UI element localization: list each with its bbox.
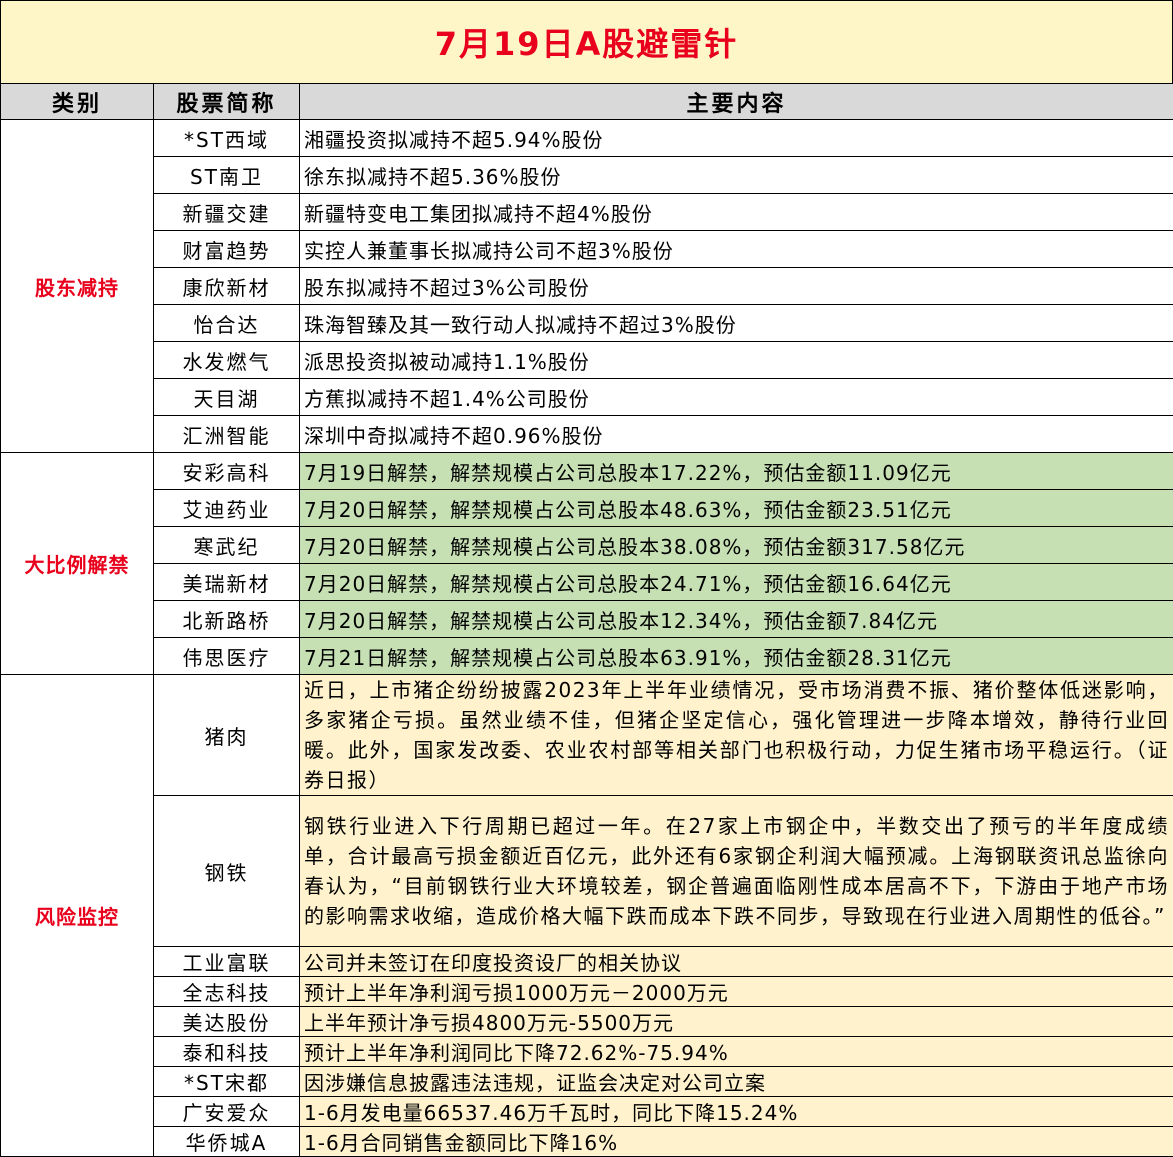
- content-cell: 派思投资拟被动减持1.1%股份: [300, 342, 1173, 379]
- content-cell: 股东拟减持不超过3%公司股份: [300, 268, 1173, 305]
- content-cell: 因涉嫌信息披露违法违规，证监会决定对公司立案: [300, 1067, 1173, 1097]
- table-row: 北新路桥 7月20日解禁，解禁规模占公司总股本12.34%，预估金额7.84亿元: [1, 601, 1173, 638]
- content-cell: 实控人兼董事长拟减持公司不超3%股份: [300, 231, 1173, 268]
- stock-name: 华侨城A: [154, 1127, 300, 1157]
- content-cell: 新疆特变电工集团拟减持不超4%股份: [300, 194, 1173, 231]
- content-cell: 7月20日解禁，解禁规模占公司总股本38.08%，预估金额317.58亿元: [300, 527, 1173, 564]
- table-row: *ST宋都 因涉嫌信息披露违法违规，证监会决定对公司立案: [1, 1067, 1173, 1097]
- stock-name: 美瑞新材: [154, 564, 300, 601]
- content-cell: 钢铁行业进入下行周期已超过一年。在27家上市钢企中，半数交出了预亏的半年度成绩单…: [300, 796, 1173, 947]
- category-risk: 风险监控: [1, 675, 154, 1157]
- table-row: 股东减持 *ST西域 湘疆投资拟减持不超5.94%股份: [1, 120, 1173, 157]
- table-row: 汇洲智能 深圳中奇拟减持不超0.96%股份: [1, 416, 1173, 453]
- stock-name: 怡合达: [154, 305, 300, 342]
- content-cell: 深圳中奇拟减持不超0.96%股份: [300, 416, 1173, 453]
- table-row: 大比例解禁 安彩高科 7月19日解禁，解禁规模占公司总股本17.22%，预估金额…: [1, 453, 1173, 490]
- table-row: 华侨城A 1-6月合同销售金额同比下降16%: [1, 1127, 1173, 1157]
- table-row: 伟思医疗 7月21日解禁，解禁规模占公司总股本63.91%，预估金额28.31亿…: [1, 638, 1173, 675]
- stock-name: 全志科技: [154, 977, 300, 1007]
- table-row: 艾迪药业 7月20日解禁，解禁规模占公司总股本48.63%，预估金额23.51亿…: [1, 490, 1173, 527]
- content-cell: 1-6月发电量66537.46万千瓦时，同比下降15.24%: [300, 1097, 1173, 1127]
- table-row: 钢铁 钢铁行业进入下行周期已超过一年。在27家上市钢企中，半数交出了预亏的半年度…: [1, 796, 1173, 947]
- table-row: 康欣新材 股东拟减持不超过3%公司股份: [1, 268, 1173, 305]
- stock-name: 北新路桥: [154, 601, 300, 638]
- content-cell: 7月20日解禁，解禁规模占公司总股本24.71%，预估金额16.64亿元: [300, 564, 1173, 601]
- content-cell: 徐东拟减持不超5.36%股份: [300, 157, 1173, 194]
- table-row: 怡合达 珠海智臻及其一致行动人拟减持不超过3%股份: [1, 305, 1173, 342]
- content-cell: 湘疆投资拟减持不超5.94%股份: [300, 120, 1173, 157]
- stock-name: 工业富联: [154, 947, 300, 977]
- header-content: 主要内容: [300, 84, 1173, 120]
- table-row: 寒武纪 7月20日解禁，解禁规模占公司总股本38.08%，预估金额317.58亿…: [1, 527, 1173, 564]
- stock-name: 美达股份: [154, 1007, 300, 1037]
- table-row: 风险监控 猪肉 近日，上市猪企纷纷披露2023年上半年业绩情况，受市场消费不振、…: [1, 675, 1173, 796]
- stock-name: 猪肉: [154, 675, 300, 796]
- header-row: 类别 股票简称 主要内容: [1, 84, 1173, 120]
- table-row: 水发燃气 派思投资拟被动减持1.1%股份: [1, 342, 1173, 379]
- stock-name: 钢铁: [154, 796, 300, 947]
- stock-name: 水发燃气: [154, 342, 300, 379]
- page-title: 7月19日A股避雷针: [0, 0, 1173, 83]
- header-category: 类别: [1, 84, 154, 120]
- content-cell: 预计上半年净利润同比下降72.62%-75.94%: [300, 1037, 1173, 1067]
- content-cell: 珠海智臻及其一致行动人拟减持不超过3%股份: [300, 305, 1173, 342]
- stock-name: 寒武纪: [154, 527, 300, 564]
- table-row: 工业富联 公司并未签订在印度投资设厂的相关协议: [1, 947, 1173, 977]
- stock-name: 安彩高科: [154, 453, 300, 490]
- content-cell: 上半年预计净亏损4800万元-5500万元: [300, 1007, 1173, 1037]
- category-unlock: 大比例解禁: [1, 453, 154, 675]
- table-row: 美瑞新材 7月20日解禁，解禁规模占公司总股本24.71%，预估金额16.64亿…: [1, 564, 1173, 601]
- table-row: ST南卫 徐东拟减持不超5.36%股份: [1, 157, 1173, 194]
- content-cell: 方蕉拟减持不超1.4%公司股份: [300, 379, 1173, 416]
- category-reduce: 股东减持: [1, 120, 154, 453]
- header-stock: 股票简称: [154, 84, 300, 120]
- table-row: 财富趋势 实控人兼董事长拟减持公司不超3%股份: [1, 231, 1173, 268]
- stock-name: 新疆交建: [154, 194, 300, 231]
- table-row: 天目湖 方蕉拟减持不超1.4%公司股份: [1, 379, 1173, 416]
- stock-name: 泰和科技: [154, 1037, 300, 1067]
- stock-name: 艾迪药业: [154, 490, 300, 527]
- content-cell: 公司并未签订在印度投资设厂的相关协议: [300, 947, 1173, 977]
- sheet: 7月19日A股避雷针 类别 股票简称 主要内容 股东减持 *ST西域 湘疆投资拟…: [0, 0, 1173, 1155]
- table-row: 泰和科技 预计上半年净利润同比下降72.62%-75.94%: [1, 1037, 1173, 1067]
- stock-name: *ST宋都: [154, 1067, 300, 1097]
- table-row: 新疆交建 新疆特变电工集团拟减持不超4%股份: [1, 194, 1173, 231]
- stock-name: 广安爱众: [154, 1097, 300, 1127]
- stock-name: 财富趋势: [154, 231, 300, 268]
- stock-name: 康欣新材: [154, 268, 300, 305]
- content-cell: 7月19日解禁，解禁规模占公司总股本17.22%，预估金额11.09亿元: [300, 453, 1173, 490]
- content-cell: 1-6月合同销售金额同比下降16%: [300, 1127, 1173, 1157]
- content-cell: 7月21日解禁，解禁规模占公司总股本63.91%，预估金额28.31亿元: [300, 638, 1173, 675]
- stock-name: *ST西域: [154, 120, 300, 157]
- stock-name: 汇洲智能: [154, 416, 300, 453]
- table-row: 全志科技 预计上半年净利润亏损1000万元－2000万元: [1, 977, 1173, 1007]
- content-cell: 7月20日解禁，解禁规模占公司总股本48.63%，预估金额23.51亿元: [300, 490, 1173, 527]
- content-cell: 7月20日解禁，解禁规模占公司总股本12.34%，预估金额7.84亿元: [300, 601, 1173, 638]
- risk-table: 类别 股票简称 主要内容 股东减持 *ST西域 湘疆投资拟减持不超5.94%股份…: [0, 83, 1173, 1157]
- content-cell: 近日，上市猪企纷纷披露2023年上半年业绩情况，受市场消费不振、猪价整体低迷影响…: [300, 675, 1173, 796]
- table-row: 美达股份 上半年预计净亏损4800万元-5500万元: [1, 1007, 1173, 1037]
- content-cell: 预计上半年净利润亏损1000万元－2000万元: [300, 977, 1173, 1007]
- table-row: 广安爱众 1-6月发电量66537.46万千瓦时，同比下降15.24%: [1, 1097, 1173, 1127]
- stock-name: 伟思医疗: [154, 638, 300, 675]
- stock-name: 天目湖: [154, 379, 300, 416]
- stock-name: ST南卫: [154, 157, 300, 194]
